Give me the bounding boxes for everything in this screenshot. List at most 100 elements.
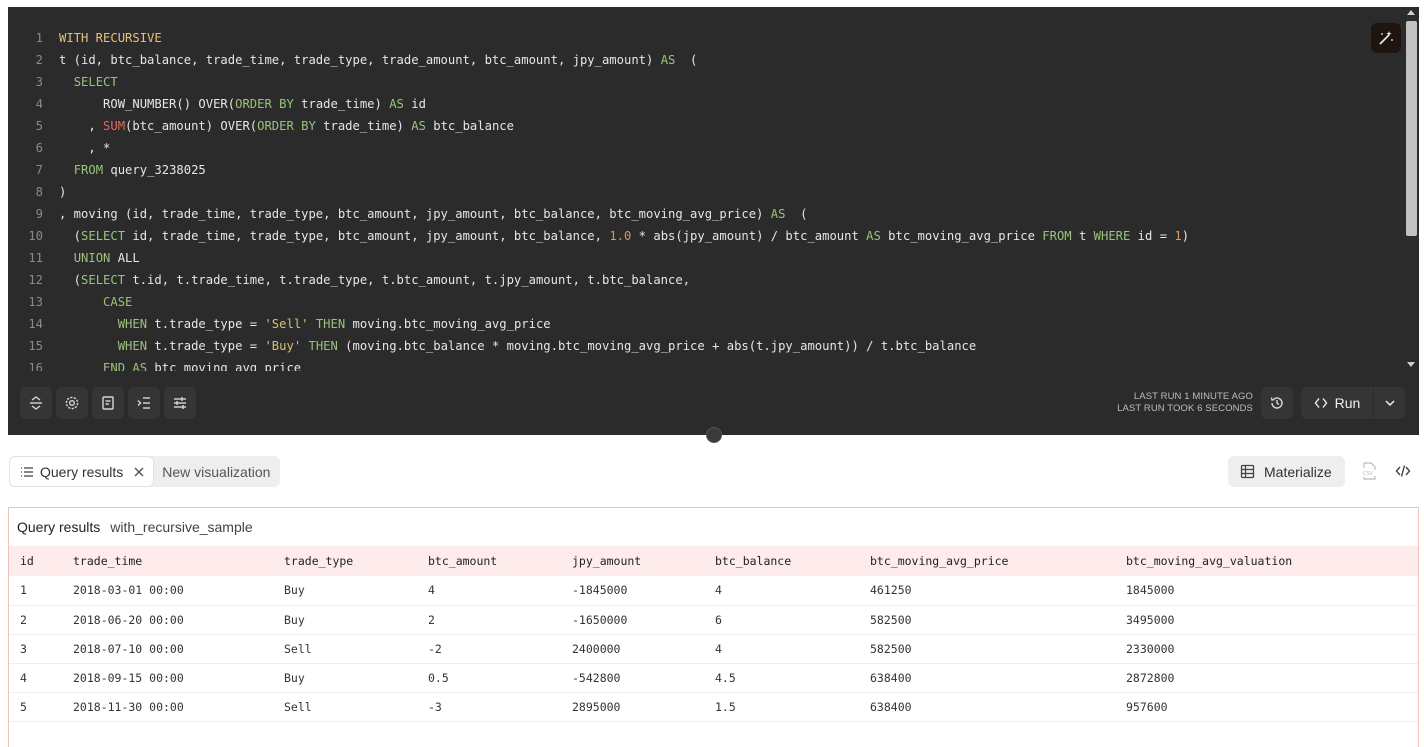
collapse-editor-button[interactable]: [20, 387, 52, 419]
materialize-button[interactable]: Materialize: [1228, 456, 1345, 487]
code-line[interactable]: 13 CASE: [8, 291, 1403, 313]
panel-resize-handle[interactable]: [706, 427, 722, 443]
table-body: 1 2018-03-01 00:00 Buy 4 -1845000 4 461250 1845…: [9, 576, 1418, 722]
column-header[interactable]: jpy_amount: [561, 546, 704, 576]
table-cell: 461250: [859, 576, 1115, 606]
tab-query-results[interactable]: Query results: [9, 456, 155, 487]
code-line[interactable]: 1 WITH RECURSIVE: [8, 27, 1403, 49]
table-cell: 582500: [859, 605, 1115, 635]
code-token: btc_moving_avg_price: [880, 229, 1043, 243]
column-header[interactable]: trade_time: [62, 546, 273, 576]
code-token: AS: [660, 53, 676, 67]
code-token: (: [59, 273, 82, 287]
scroll-up-arrow-icon[interactable]: [1407, 10, 1415, 15]
query-name: with_recursive_sample: [110, 519, 253, 535]
line-code: , *: [59, 137, 110, 159]
table-cell: 4.5: [704, 663, 859, 693]
list-icon: [21, 466, 33, 477]
code-token: id =: [1130, 229, 1175, 243]
code-token: FROM: [1042, 229, 1072, 243]
scroll-down-arrow-icon[interactable]: [1407, 362, 1415, 367]
code-token: id: [403, 97, 426, 111]
table-cell: 1.5: [704, 692, 859, 722]
code-token: (moving.btc_balance * moving.btc_moving_…: [337, 339, 977, 353]
code-token: WITH RECURSIVE: [59, 31, 162, 45]
close-icon[interactable]: [133, 466, 145, 478]
line-number: 11: [28, 251, 43, 265]
line-number: 8: [35, 185, 43, 199]
sliders-icon: [174, 397, 186, 409]
table-cell: 1: [9, 576, 62, 606]
table-cell: 4: [417, 576, 561, 606]
column-header[interactable]: btc_moving_avg_price: [859, 546, 1115, 576]
table-cell: -542800: [561, 663, 704, 693]
code-line[interactable]: 4 ROW_NUMBER() OVER(ORDER BY trade_time)…: [8, 93, 1403, 115]
table-cell: 1845000: [1115, 576, 1418, 606]
table-cell: 5: [9, 692, 62, 722]
parameters-button[interactable]: [164, 387, 196, 419]
sql-editor[interactable]: 1 WITH RECURSIVE 2 t (id, btc_balance, trad…: [8, 7, 1419, 371]
code-line[interactable]: 2 t (id, btc_balance, trade_time, trade_t…: [8, 49, 1403, 71]
code-token: id, trade_time, trade_type, btc_amount, …: [125, 229, 610, 243]
table-cell: 2400000: [561, 634, 704, 664]
download-csv-button[interactable]: CSV: [1358, 460, 1380, 482]
indent-button[interactable]: [128, 387, 160, 419]
code-token: AS: [866, 229, 881, 243]
table-cell: Buy: [273, 576, 417, 606]
code-token: SELECT: [81, 229, 126, 243]
tab-new-visualization[interactable]: New visualization: [154, 464, 280, 480]
code-line[interactable]: 11 UNION ALL: [8, 247, 1403, 269]
column-header[interactable]: id: [9, 546, 62, 576]
embed-code-button[interactable]: [1392, 460, 1414, 482]
scroll-thumb[interactable]: [1406, 21, 1417, 236]
indent-list-icon: [137, 397, 150, 409]
results-tabs: Query results New visualization: [9, 456, 281, 487]
column-header[interactable]: btc_balance: [704, 546, 859, 576]
table-cell: 0.5: [417, 663, 561, 693]
editor-scrollbar[interactable]: [1403, 7, 1419, 371]
table-cell: 638400: [859, 663, 1115, 693]
settings-button[interactable]: [56, 387, 88, 419]
results-table: id trade_time trade_type btc_amount jpy_…: [9, 546, 1418, 722]
code-line[interactable]: 12 (SELECT t.id, t.trade_time, t.trade_t…: [8, 269, 1403, 291]
table-cell: 582500: [859, 634, 1115, 664]
snippets-button[interactable]: [92, 387, 124, 419]
code-token: WHEN: [117, 339, 148, 353]
code-token: CASE: [103, 295, 133, 309]
code-line[interactable]: 7 FROM query_3238025: [8, 159, 1403, 181]
code-line[interactable]: 16 END AS btc_moving_avg_price: [8, 357, 1403, 371]
code-line[interactable]: 15 WHEN t.trade_type = 'Buy' THEN (movin…: [8, 335, 1403, 357]
results-title: Query results: [17, 519, 101, 535]
table-cell: Sell: [273, 634, 417, 664]
code-line[interactable]: 8): [8, 181, 1403, 203]
code-token: moving.btc_moving_avg_price: [345, 317, 551, 331]
code-line[interactable]: 10 (SELECT id, trade_time, trade_type, b…: [8, 225, 1403, 247]
code-line[interactable]: 5 , SUM(btc_amount) OVER(ORDER BY trade_…: [8, 115, 1403, 137]
line-code: ): [59, 181, 66, 203]
line-number: 7: [35, 163, 43, 177]
line-code: ROW_NUMBER() OVER(ORDER BY trade_time) A…: [59, 93, 426, 115]
code-lines[interactable]: 1 WITH RECURSIVE 2 t (id, btc_balance, trad…: [8, 27, 1403, 371]
query-history-button[interactable]: [1261, 387, 1293, 419]
line-number: 6: [35, 141, 43, 155]
table-cell: 2018-07-10 00:00: [62, 634, 273, 664]
column-header[interactable]: btc_amount: [417, 546, 561, 576]
code-line[interactable]: 14 WHEN t.trade_type = 'Sell' THEN movin…: [8, 313, 1403, 335]
run-button[interactable]: Run: [1301, 387, 1373, 419]
run-options-dropdown[interactable]: [1373, 387, 1405, 419]
column-header[interactable]: trade_type: [273, 546, 417, 576]
line-code: WHEN t.trade_type = 'Buy' THEN (moving.b…: [59, 335, 977, 357]
code-line[interactable]: 3 SELECT: [8, 71, 1403, 93]
format-query-button[interactable]: [1371, 23, 1401, 53]
table-cell: Sell: [273, 692, 417, 722]
code-token: (: [675, 53, 698, 67]
code-line[interactable]: 9 , moving (id, trade_time, trade_type, b…: [8, 203, 1403, 225]
last-run-text: LAST RUN 1 MINUTE AGO: [1133, 391, 1253, 402]
code-brackets-icon: [1395, 465, 1411, 477]
code-line[interactable]: 6 , *: [8, 137, 1403, 159]
column-header[interactable]: btc_moving_avg_valuation: [1115, 546, 1418, 576]
code-token: , moving (id, trade_time, trade_type, bt…: [59, 207, 771, 221]
code-token: query_3238025: [103, 163, 206, 177]
